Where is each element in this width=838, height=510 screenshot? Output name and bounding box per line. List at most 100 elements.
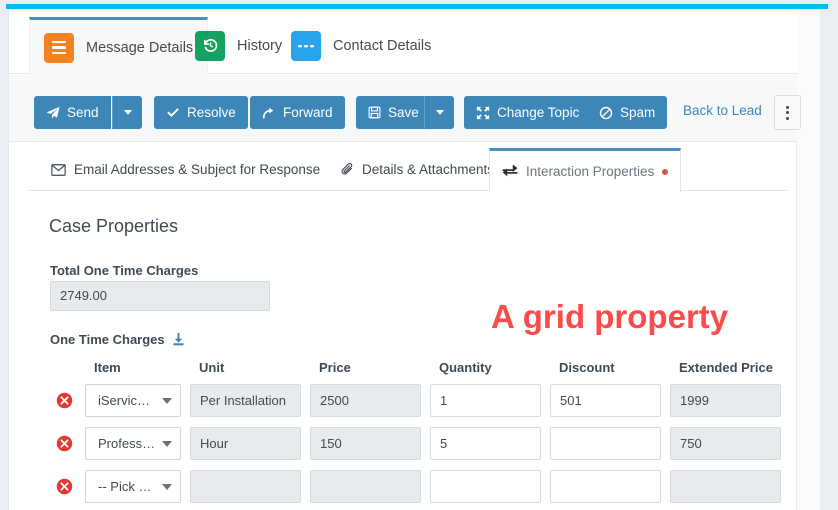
item-select-value: iServic… xyxy=(98,393,151,408)
quantity-input[interactable] xyxy=(430,470,541,503)
grid-header-discount: Discount xyxy=(559,359,615,375)
tab-contact-details-label: Contact Details xyxy=(333,37,432,54)
change-topic-button[interactable]: Change Topic xyxy=(464,96,592,129)
secondary-tab-bar: Email Addresses & Subject for Response D… xyxy=(29,148,787,192)
extended-price-value: 1999 xyxy=(670,384,781,417)
app-root: Message Details History Contact Details … xyxy=(0,0,838,510)
grid-cell-price: 2500 xyxy=(310,384,430,417)
forward-arrow-icon xyxy=(262,106,276,120)
chevron-down-icon xyxy=(435,110,444,115)
hamburger-icon xyxy=(44,32,74,63)
discount-input[interactable]: 501 xyxy=(550,384,661,417)
ban-icon xyxy=(599,106,613,120)
more-options-button[interactable] xyxy=(774,95,801,130)
price-value: 150 xyxy=(310,427,421,460)
chevron-down-icon xyxy=(123,110,132,115)
subtab-interaction-properties-label: Interaction Properties xyxy=(526,164,655,179)
grid-cell-price: 150 xyxy=(310,427,430,460)
spam-button[interactable]: Spam xyxy=(587,96,668,129)
annotation-text: A grid property xyxy=(491,298,729,335)
table-row: Profess… Hour 150 5 750 xyxy=(50,422,785,465)
unit-value xyxy=(190,470,301,503)
chevron-down-icon xyxy=(162,483,172,490)
grid-cell-quantity: 1 xyxy=(430,384,550,417)
history-clock-icon xyxy=(195,30,225,61)
table-row: iServic… Per Installation 2500 1 501 199… xyxy=(50,379,785,422)
one-time-charges-label-text: One Time Charges xyxy=(50,332,165,347)
unit-value: Hour xyxy=(190,427,301,460)
arrows-expand-icon xyxy=(476,106,490,120)
item-select-value: -- Pick … xyxy=(98,479,152,494)
grid-row-actions xyxy=(50,435,85,452)
subtab-details-attachments-label: Details & Attachments xyxy=(362,162,495,177)
price-value xyxy=(310,470,421,503)
grid-cell-discount: 501 xyxy=(550,384,670,417)
grid-header-unit: Unit xyxy=(199,359,225,375)
grid-header-row: Item Unit Price Quantity Discount Extend… xyxy=(50,355,785,379)
back-to-lead-link[interactable]: Back to Lead xyxy=(683,103,762,118)
delete-row-icon[interactable] xyxy=(56,392,73,409)
chevron-down-icon xyxy=(162,440,172,447)
primary-tab-bar: Message Details History Contact Details xyxy=(9,9,797,75)
one-time-charges-grid: Item Unit Price Quantity Discount Extend… xyxy=(50,355,785,508)
delete-row-icon[interactable] xyxy=(56,478,73,495)
check-icon xyxy=(166,106,180,120)
grid-cell-extended-price xyxy=(670,470,790,503)
grid-row-actions xyxy=(50,392,85,409)
one-time-charges-label: One Time Charges xyxy=(50,332,186,347)
grid-cell-item: iServic… xyxy=(85,384,190,417)
grid-cell-discount xyxy=(550,427,670,460)
subtab-email-addresses[interactable]: Email Addresses & Subject for Response xyxy=(39,148,332,191)
grid-cell-extended-price: 750 xyxy=(670,427,790,460)
delete-row-icon[interactable] xyxy=(56,435,73,452)
item-select[interactable]: iServic… xyxy=(85,384,181,417)
page-title: Case Properties xyxy=(49,216,179,236)
forward-label: Forward xyxy=(283,105,333,120)
grid-cell-extended-price: 1999 xyxy=(670,384,790,417)
grid-cell-unit: Per Installation xyxy=(190,384,310,417)
quantity-input[interactable]: 1 xyxy=(430,384,541,417)
send-label: Send xyxy=(67,105,99,120)
right-gutter xyxy=(797,9,820,510)
grid-header-extended-price: Extended Price xyxy=(679,359,773,375)
grid-cell-quantity: 5 xyxy=(430,427,550,460)
exchange-arrows-icon xyxy=(502,165,518,178)
discount-input[interactable] xyxy=(550,470,661,503)
extended-price-value xyxy=(670,470,781,503)
spam-label: Spam xyxy=(620,105,656,120)
save-dropdown-toggle[interactable] xyxy=(424,96,454,129)
subtab-details-attachments[interactable]: Details & Attachments xyxy=(329,148,506,191)
subtab-interaction-properties[interactable]: Interaction Properties xyxy=(489,148,682,192)
quantity-input[interactable]: 5 xyxy=(430,427,541,460)
subtab-email-addresses-label: Email Addresses & Subject for Response xyxy=(74,162,321,177)
price-value: 2500 xyxy=(310,384,421,417)
paperclip-icon xyxy=(341,162,354,177)
grid-cell-quantity xyxy=(430,470,550,503)
grid-header-price: Price xyxy=(319,359,351,375)
forward-button[interactable]: Forward xyxy=(250,96,345,129)
floppy-disk-icon xyxy=(368,106,381,119)
unit-value: Per Installation xyxy=(190,384,301,417)
main-card: Message Details History Contact Details … xyxy=(8,9,801,510)
tab-contact-details[interactable]: Contact Details xyxy=(277,17,445,74)
download-icon[interactable] xyxy=(171,332,186,347)
envelope-icon xyxy=(51,163,66,176)
grid-header-item: Item xyxy=(94,359,121,375)
item-select[interactable]: Profess… xyxy=(85,427,181,460)
grid-cell-price xyxy=(310,470,430,503)
save-button[interactable]: Save xyxy=(356,96,431,129)
total-one-time-charges-label: Total One Time Charges xyxy=(50,263,199,278)
grid-cell-unit xyxy=(190,470,310,503)
chevron-down-icon xyxy=(162,397,172,404)
send-dropdown-toggle[interactable] xyxy=(112,96,142,129)
send-icon xyxy=(46,106,60,120)
send-button[interactable]: Send xyxy=(34,96,111,129)
resolve-button[interactable]: Resolve xyxy=(154,96,248,129)
dashes-icon xyxy=(291,30,321,61)
grid-row-actions xyxy=(50,478,85,495)
item-select[interactable]: -- Pick … xyxy=(85,470,181,503)
extended-price-value: 750 xyxy=(670,427,781,460)
tab-message-details-label: Message Details xyxy=(86,39,194,56)
discount-input[interactable] xyxy=(550,427,661,460)
resolve-label: Resolve xyxy=(187,105,236,120)
